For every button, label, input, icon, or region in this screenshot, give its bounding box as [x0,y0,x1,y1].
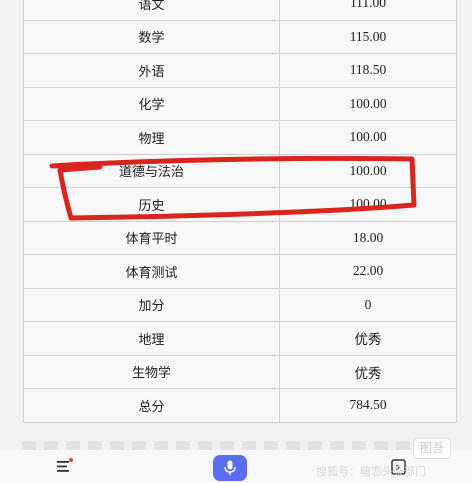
table-row: 道德与法治 100.00 [23,153,457,188]
mic-icon [224,460,236,475]
table-row: 语文 111.00 [23,0,457,21]
subject-cell: 道德与法治 [23,153,280,188]
subject-cell: 语文 [23,0,280,21]
subject-cell: 历史 [23,187,280,222]
score-cell: 111.00 [279,0,457,21]
score-cell: 优秀 [279,354,457,389]
score-cell: 784.50 [279,388,457,423]
table-row: 生物学 优秀 [23,354,457,389]
score-cell: 优秀 [279,321,457,356]
grade-table: 语文 111.00 数学 115.00 外语 118.50 化学 100.00 物理 10… [23,0,457,423]
watermark-logo: 图吾 [413,438,451,459]
subject-cell: 地理 [23,321,280,356]
table-row: 物理 100.00 [23,120,457,155]
score-cell: 115.00 [279,19,457,54]
grade-sheet: 语文 111.00 数学 115.00 外语 118.50 化学 100.00 物理 10… [0,0,472,451]
subject-cell: 化学 [23,86,280,121]
subject-cell: 总分 [23,388,280,423]
table-row: 加分 0 [23,287,457,322]
subject-cell: 生物学 [23,354,280,389]
voice-input-button[interactable] [213,455,247,481]
score-cell: 100.00 [279,187,457,222]
table-row: 体育平时 18.00 [23,220,457,255]
score-cell: 18.00 [279,220,457,255]
subject-cell: 物理 [23,120,280,155]
menu-icon[interactable] [56,457,74,475]
score-cell: 100.00 [279,120,457,155]
score-cell: 118.50 [279,53,457,88]
table-row: 总分 784.50 [23,388,457,423]
watermark-text: 搜狐号：暗恋头条部门 [316,465,426,478]
table-row: 历史 100.00 [23,187,457,222]
score-cell: 0 [279,287,457,322]
score-cell: 22.00 [279,254,457,289]
table-row: 地理 优秀 [23,321,457,356]
score-cell: 100.00 [279,153,457,188]
subject-cell: 数学 [23,19,280,54]
subject-cell: 体育平时 [23,220,280,255]
subject-cell: 外语 [23,53,280,88]
score-cell: 100.00 [279,86,457,121]
table-row: 化学 100.00 [23,86,457,121]
subject-cell: 体育测试 [23,254,280,289]
table-row: 数学 115.00 [23,19,457,54]
table-row: 体育测试 22.00 [23,254,457,289]
subject-cell: 加分 [23,287,280,322]
table-row: 外语 118.50 [23,53,457,88]
